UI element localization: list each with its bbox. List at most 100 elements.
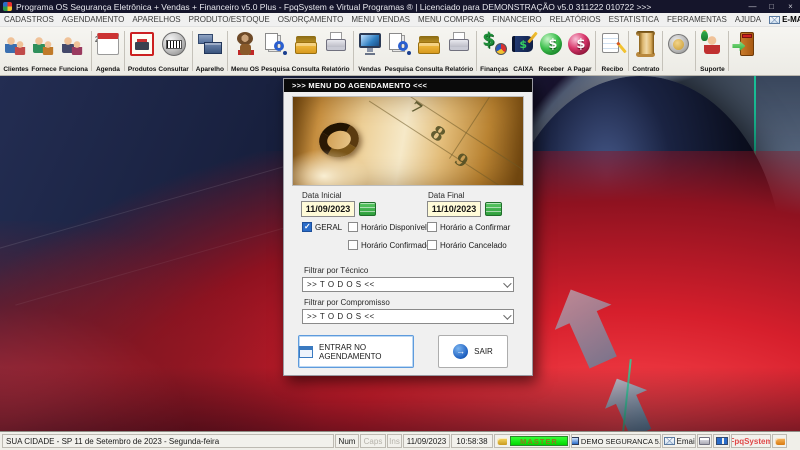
maximize-button[interactable]: □ — [762, 0, 781, 13]
menu-relatorios[interactable]: RELATÓRIOS — [546, 15, 605, 24]
computer-icon — [572, 437, 579, 445]
toolbar-button-pesquisa-os[interactable]: Pesquisa — [260, 28, 291, 74]
menu-aparelhos[interactable]: APARELHOS — [128, 15, 184, 24]
toolbar-button-pesquisa-vendas[interactable]: Pesquisa — [384, 28, 415, 74]
cashbook-icon — [510, 29, 539, 59]
toolbar-button-consulta-os[interactable]: Consulta — [291, 28, 321, 74]
confirmado-checkbox[interactable] — [348, 240, 358, 250]
toolbar-button-suporte[interactable]: Suporte — [698, 28, 726, 74]
status-access-level: MASTER — [494, 434, 570, 448]
toolbar-separator — [728, 31, 730, 71]
key-icon — [497, 437, 507, 445]
toolbar-button-produtos[interactable]: Produtos — [127, 28, 158, 74]
status-email-button[interactable]: Email — [662, 434, 696, 448]
toolbar-label: Clientes — [3, 66, 29, 73]
toolbar-separator — [662, 31, 664, 71]
toolbar-button-funcionarios[interactable]: Funciona — [58, 28, 89, 74]
menu-email[interactable]: E-MAIL — [765, 15, 800, 24]
menu-produto-estoque[interactable]: PRODUTO/ESTOQUE — [185, 15, 274, 24]
date-end-label: Data Final — [428, 191, 465, 200]
toolbar-button-consultar[interactable]: Consultar — [157, 28, 189, 74]
printer-report-icon — [446, 29, 472, 59]
menu-compras[interactable]: MENU COMPRAS — [414, 15, 488, 24]
menu-cadastros[interactable]: CADASTROS — [0, 15, 58, 24]
filter-tecnico-select[interactable]: >> T O D O S << — [302, 277, 514, 292]
mail-icon — [663, 437, 675, 445]
date-end-calendar-button[interactable] — [485, 202, 502, 216]
toolbar-button-sair[interactable] — [731, 28, 759, 74]
sair-button[interactable]: → SAIR — [438, 335, 508, 368]
calendar-icon: 29 — [95, 29, 121, 59]
toolbar-button-fornecedores[interactable]: Fornece — [30, 28, 58, 74]
toolbar-label: Suporte — [700, 66, 725, 73]
checkbox-horario-a-confirmar[interactable]: Horário a Confirmar — [427, 222, 510, 232]
search-docs-icon — [386, 29, 412, 59]
toolbar-button-consulta-vendas[interactable]: Consulta — [414, 28, 444, 74]
toolbar-button-moeda[interactable] — [665, 28, 693, 74]
receivables-icon — [538, 29, 564, 59]
status-date: 11/09/2023 — [403, 434, 450, 448]
status-app-name: DEMO SEGURANCA 5.0 — [571, 434, 661, 448]
toolbar-label: Funciona — [59, 66, 88, 73]
checkbox-horario-disponivel[interactable]: Horário Disponível — [348, 222, 427, 232]
checkbox-horario-confirmado[interactable]: Horário Confirmado — [348, 240, 431, 250]
window-glyph-icon — [299, 345, 313, 358]
menu-vendas[interactable]: MENU VENDAS — [347, 15, 414, 24]
barcode-icon — [161, 29, 187, 59]
toolbar-button-aparelho[interactable]: Aparelho — [195, 28, 225, 74]
date-start-calendar-button[interactable] — [359, 202, 376, 216]
enter-agendamento-button[interactable]: ENTRAR NO AGENDAMENTO — [298, 335, 414, 368]
file-drawer-icon — [293, 29, 319, 59]
disponivel-checkbox[interactable] — [348, 222, 358, 232]
cancelado-checkbox[interactable] — [427, 240, 437, 250]
toolbar-button-vendas[interactable]: Vendas — [356, 28, 384, 74]
toolbar-label: Vendas — [358, 66, 382, 73]
status-network[interactable] — [713, 434, 730, 448]
date-start-input[interactable] — [301, 201, 355, 217]
toolbar-button-contrato[interactable]: Contrato — [631, 28, 660, 74]
arrow-circle-icon: → — [453, 344, 469, 359]
support-icon — [699, 29, 725, 59]
toolbar-button-a-pagar[interactable]: A Pagar — [565, 28, 593, 74]
toolbar-button-caixa[interactable]: CAIXA — [509, 28, 539, 74]
application-window: Programa OS Segurança Eletrônica + Venda… — [0, 0, 800, 450]
toolbar-button-receber[interactable]: Receber — [537, 28, 565, 74]
toolbar-label: Finanças — [480, 66, 509, 73]
toolbar-button-relatorio-vendas[interactable]: Relatório — [444, 28, 474, 74]
toolbar-label: Relatório — [445, 66, 474, 73]
checkbox-geral[interactable]: GERAL — [302, 222, 342, 232]
toolbar-separator — [695, 31, 697, 71]
service-order-icon — [232, 29, 258, 59]
close-button[interactable]: × — [781, 0, 800, 13]
title-bar: Programa OS Segurança Eletrônica + Venda… — [0, 0, 800, 13]
toolbar-button-clientes[interactable]: Clientes — [2, 28, 30, 74]
toolbar-label: Receber — [538, 66, 565, 73]
minimize-button[interactable]: — — [743, 0, 762, 13]
geral-checkbox[interactable] — [302, 222, 312, 232]
toolbar-button-relatorio-os[interactable]: Relatório — [320, 28, 350, 74]
status-printer[interactable] — [697, 434, 712, 448]
menu-ferramentas[interactable]: FERRAMENTAS — [663, 15, 731, 24]
chevron-down-icon — [503, 310, 512, 320]
toolbar-label: Consultar — [158, 66, 189, 73]
device-icon — [197, 29, 223, 59]
menu-financeiro[interactable]: FINANCEIRO — [488, 15, 545, 24]
date-end-input[interactable] — [427, 201, 481, 217]
menu-agendamento[interactable]: AGENDAMENTO — [58, 15, 129, 24]
toolbar-button-agenda[interactable]: 29 Agenda — [94, 28, 122, 74]
menu-os-orcamento[interactable]: OS/ORÇAMENTO — [274, 15, 348, 24]
menu-ajuda[interactable]: AJUDA — [731, 15, 765, 24]
toolbar-separator — [226, 31, 228, 71]
toolbar-label: Fornece — [31, 66, 57, 73]
network-icon — [715, 437, 728, 445]
menu-estatistica[interactable]: ESTATISTICA — [605, 15, 663, 24]
toolbar-separator — [628, 31, 630, 71]
toolbar-button-menu-os[interactable]: Menu OS — [230, 28, 260, 74]
toolbar-button-financas[interactable]: Finanças — [479, 28, 509, 74]
toolbar-label: Pesquisa — [261, 66, 290, 73]
filter-compromisso-select[interactable]: >> T O D O S << — [302, 309, 514, 324]
a-confirmar-checkbox[interactable] — [427, 222, 437, 232]
checkbox-horario-cancelado[interactable]: Horário Cancelado — [427, 240, 507, 250]
toolbar-button-recibo[interactable]: Recibo — [598, 28, 626, 74]
app-icon — [3, 2, 12, 11]
